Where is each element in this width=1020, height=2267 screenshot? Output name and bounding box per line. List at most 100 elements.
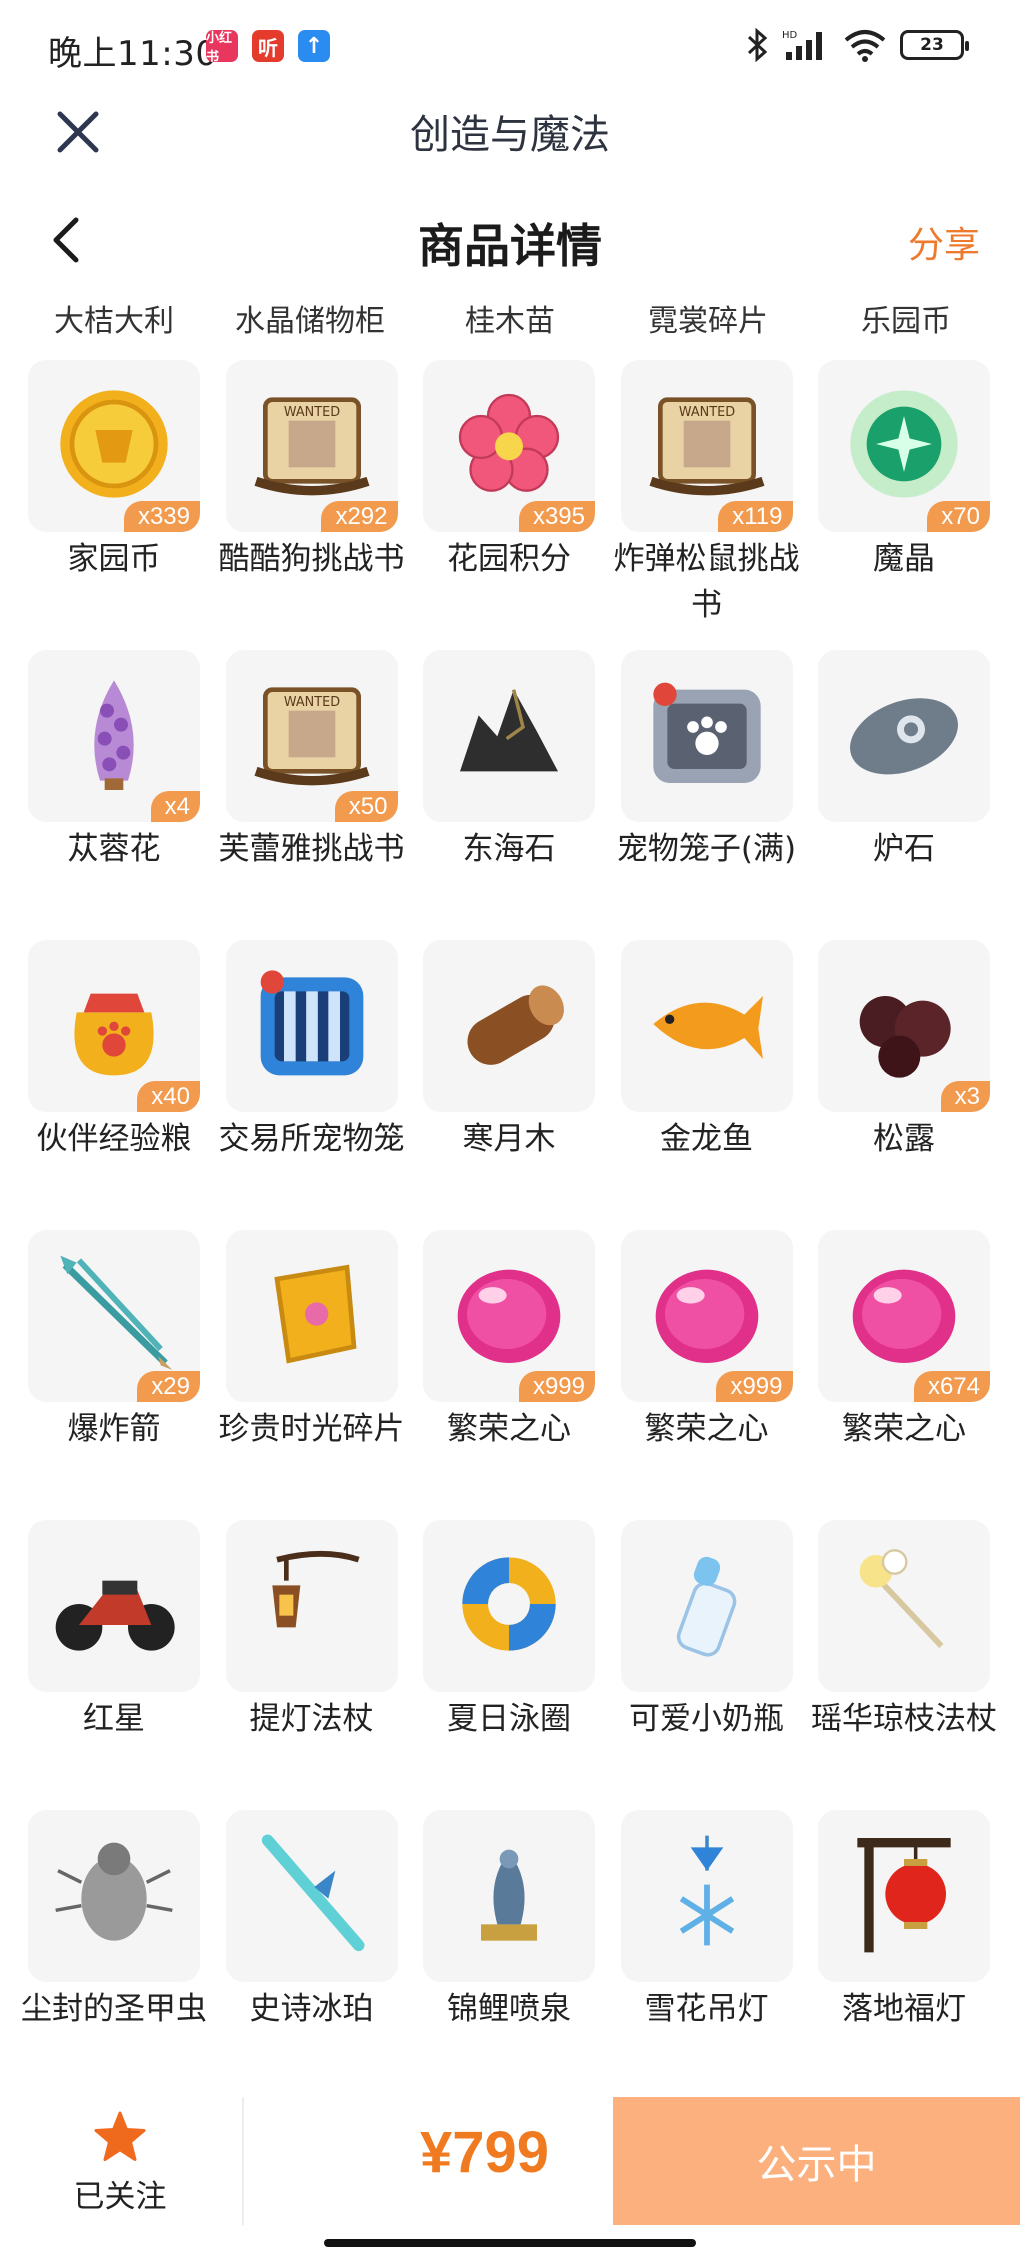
item-card[interactable]: x339 家园币 (28, 360, 200, 582)
item-name: 芙蕾雅挑战书 (218, 831, 405, 867)
item-name: 金龙鱼 (660, 1121, 753, 1157)
green-crystal-icon (834, 374, 974, 518)
ting-app-icon: 听 (252, 30, 284, 62)
puzzle-piece-icon (242, 1244, 382, 1388)
item-card[interactable]: x40 伙伴经验粮 (28, 940, 200, 1162)
quantity-badge: x339 (123, 501, 200, 532)
quantity-badge: x395 (518, 501, 595, 532)
quantity-badge: x4 (150, 791, 200, 822)
item-card[interactable]: x674 繁荣之心 (818, 1230, 990, 1452)
item-thumbnail (818, 1810, 990, 1982)
item-name: 雪花吊灯 (644, 1991, 769, 2027)
item-card[interactable]: 雪花吊灯 (620, 1810, 793, 2032)
app-title: 创造与魔法 (410, 112, 610, 158)
follow-label: 已关注 (73, 2179, 167, 2215)
item-card[interactable]: 史诗冰珀 (225, 1810, 398, 2032)
item-card[interactable]: 珍贵时光碎片 (219, 1230, 405, 1452)
item-card[interactable]: x4 苁蓉花 (28, 650, 200, 872)
item-card[interactable]: 金龙鱼 (620, 940, 793, 1162)
item-thumbnail (225, 1230, 398, 1402)
item-card[interactable]: 可爱小奶瓶 (620, 1520, 793, 1742)
item-name: 东海石 (462, 831, 556, 867)
item-card[interactable]: x3 松露 (818, 940, 990, 1162)
clipped-item-label[interactable]: 水晶储物柜 (220, 296, 400, 334)
item-thumbnail: x999 (423, 1230, 595, 1402)
clipped-item-label[interactable]: 大桔大利 (24, 296, 204, 334)
wanted-scroll-icon: WANTED (637, 374, 777, 518)
quantity-badge: x999 (716, 1371, 793, 1402)
item-thumbnail (423, 650, 595, 822)
item-card[interactable]: x70 魔晶 (818, 360, 990, 582)
item-thumbnail: WANTED x119 (620, 360, 793, 532)
quantity-badge: x29 (137, 1371, 200, 1402)
pink-gem-icon (834, 1244, 974, 1388)
item-name: 尘封的圣甲虫 (21, 1991, 207, 2027)
status-bar: 晚上11:30 小红书 听 ↑ HD 23 (0, 0, 1020, 90)
publicity-status-button[interactable]: 公示中 (613, 2097, 1020, 2225)
footer-divider (242, 2097, 244, 2225)
item-card[interactable]: 交易所宠物笼 (219, 940, 405, 1162)
item-name: 夏日泳圈 (447, 1701, 571, 1737)
item-card[interactable]: x999 繁荣之心 (423, 1230, 595, 1452)
item-thumbnail: x674 (818, 1230, 990, 1402)
item-thumbnail (818, 1520, 990, 1692)
item-name: 松露 (873, 1121, 935, 1157)
swim-ring-icon (439, 1534, 579, 1678)
dark-rock-icon (439, 664, 579, 808)
item-card[interactable]: WANTED x50 芙蕾雅挑战书 (219, 650, 405, 872)
item-card[interactable]: 红星 (28, 1520, 200, 1742)
home-indicator[interactable] (324, 2239, 696, 2247)
item-card[interactable]: 锦鲤喷泉 (423, 1810, 595, 2032)
truffle-icon (834, 954, 974, 1098)
item-thumbnail (620, 1810, 793, 1982)
clipped-item-label[interactable]: 桂木苗 (420, 296, 600, 334)
follow-button[interactable]: 已关注 (40, 2111, 200, 2216)
item-card[interactable]: 炉石 (818, 650, 990, 872)
item-card[interactable]: 夏日泳圈 (423, 1520, 595, 1742)
quantity-badge: x674 (913, 1371, 990, 1402)
item-thumbnail (423, 1520, 595, 1692)
wanted-scroll-icon: WANTED (242, 664, 382, 808)
koi-fountain-icon (439, 1824, 579, 1968)
status-time: 晚上11:30 (48, 34, 218, 74)
item-card[interactable]: 尘封的圣甲虫 (21, 1810, 207, 2032)
item-thumbnail: WANTED x50 (225, 650, 398, 822)
item-name: 繁荣之心 (644, 1411, 769, 1447)
item-thumbnail: x29 (28, 1230, 200, 1402)
item-card[interactable]: 寒月木 (423, 940, 595, 1162)
item-name: 可爱小奶瓶 (629, 1701, 784, 1737)
clipped-item-row: 大桔大利 水晶储物柜 桂木苗 霓裳碎片 乐园币 (0, 290, 1020, 334)
item-thumbnail: x395 (423, 360, 595, 532)
svg-text:WANTED: WANTED (678, 405, 734, 420)
item-card[interactable]: x395 花园积分 (423, 360, 595, 582)
item-card[interactable]: 瑶华琼枝法杖 (811, 1520, 997, 1742)
snowflake-lamp-icon (637, 1824, 777, 1968)
svg-text:WANTED: WANTED (283, 695, 339, 710)
item-thumbnail: x40 (28, 940, 200, 1112)
blue-cage-icon (242, 954, 382, 1098)
item-card[interactable]: 提灯法杖 (225, 1520, 398, 1742)
item-thumbnail: WANTED x292 (225, 360, 398, 532)
quantity-badge: x40 (137, 1081, 200, 1112)
clipped-item-label[interactable]: 霓裳碎片 (618, 296, 798, 334)
battery-icon: 23 (900, 30, 969, 60)
item-card[interactable]: 落地福灯 (818, 1810, 990, 2032)
item-card[interactable]: WANTED x292 酷酷狗挑战书 (219, 360, 405, 582)
item-card[interactable]: x29 爆炸箭 (28, 1230, 200, 1452)
lantern-staff-icon (242, 1534, 382, 1678)
item-name: 红星 (83, 1701, 145, 1737)
quantity-badge: x999 (518, 1371, 595, 1402)
item-card[interactable]: 东海石 (423, 650, 595, 872)
status-indicators: HD 23 (746, 28, 969, 62)
flower-staff-icon (834, 1534, 974, 1678)
share-button[interactable]: 分享 (908, 216, 980, 268)
item-card[interactable]: WANTED x119 炸弹松鼠挑战书 (614, 360, 800, 628)
item-card[interactable]: 宠物笼子(满) (617, 650, 796, 872)
clipped-item-label[interactable]: 乐园币 (816, 296, 996, 334)
item-card[interactable]: x999 繁荣之心 (620, 1230, 793, 1452)
bottom-bar: 已关注 ¥799 公示中 (0, 2097, 1020, 2267)
page-header: 商品详情 分享 (0, 200, 1020, 290)
item-name: 珍贵时光碎片 (218, 1411, 405, 1447)
pink-gem-icon (637, 1244, 777, 1388)
item-name: 瑶华琼枝法杖 (811, 1701, 997, 1737)
